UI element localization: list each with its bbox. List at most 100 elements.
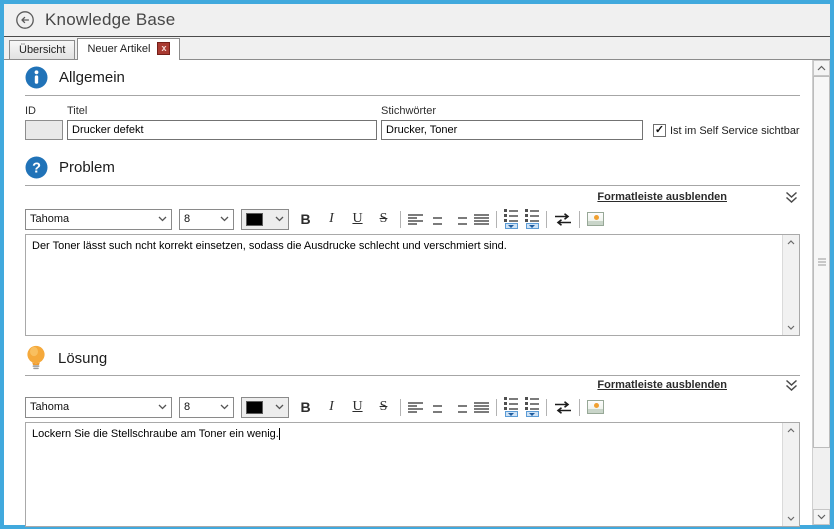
scrollbar-thumb[interactable] (813, 76, 830, 448)
field-titel: Titel (67, 105, 377, 140)
scroll-up-icon[interactable] (783, 423, 799, 438)
numbered-list-icon[interactable] (525, 209, 539, 229)
tab-label: Neuer Artikel (87, 43, 150, 55)
insert-image-icon[interactable] (587, 212, 604, 226)
scroll-up-icon[interactable] (813, 60, 830, 76)
underline-button[interactable]: U (348, 399, 367, 415)
svg-text:?: ? (32, 161, 41, 177)
section-title-loesung: Lösung (58, 350, 107, 367)
scroll-down-icon[interactable] (813, 509, 830, 525)
tab-label: Übersicht (19, 44, 65, 56)
numbered-list-dropdown-icon[interactable] (526, 223, 539, 229)
toolbar-separator (496, 211, 497, 228)
section-loesung-header: Lösung (25, 345, 800, 371)
toolbar-separator (546, 211, 547, 228)
collapse-section-icon[interactable] (785, 191, 798, 204)
bullet-list-dropdown-icon[interactable] (505, 223, 518, 229)
scroll-down-icon[interactable] (783, 320, 799, 335)
page-title: Knowledge Base (45, 10, 175, 30)
id-field[interactable] (25, 120, 63, 140)
font-size-value: 8 (184, 401, 190, 413)
text-caret (279, 428, 280, 440)
font-family-select[interactable]: Tahoma (25, 209, 172, 230)
bullet-list-icon[interactable] (504, 397, 518, 417)
hide-formatbar-link[interactable]: Formatleiste ausblenden (597, 191, 727, 203)
loesung-editor-toolbar: Tahoma 8 B I (25, 395, 800, 419)
chevron-down-icon (275, 404, 284, 410)
font-size-select[interactable]: 8 (179, 209, 234, 230)
bullet-list-icon[interactable] (504, 209, 518, 229)
id-label: ID (25, 105, 63, 117)
field-stichwoerter: Stichwörter (381, 105, 643, 140)
hide-formatbar-link[interactable]: Formatleiste ausblenden (597, 379, 727, 391)
tab-neuer-artikel[interactable]: Neuer Artikel x (77, 38, 180, 60)
chevron-down-icon (220, 404, 229, 410)
insert-image-icon[interactable] (587, 400, 604, 414)
problem-text[interactable]: Der Toner lässt such ncht korrekt einset… (26, 235, 781, 335)
back-icon[interactable] (15, 10, 35, 30)
tab-uebersicht[interactable]: Übersicht (9, 40, 75, 59)
font-color-select[interactable] (241, 397, 289, 418)
scroll-down-icon[interactable] (783, 511, 799, 526)
italic-button[interactable]: I (322, 211, 341, 227)
titel-field[interactable] (67, 120, 377, 140)
section-problem-header: ? Problem (25, 156, 800, 179)
numbered-list-dropdown-icon[interactable] (526, 411, 539, 417)
stichwoerter-field[interactable] (381, 120, 643, 140)
field-id: ID (25, 105, 63, 140)
selfservice-checkbox[interactable]: ✓ (653, 124, 666, 137)
toolbar-separator (579, 211, 580, 228)
section-divider (25, 185, 800, 186)
main-scrollbar[interactable] (812, 60, 830, 525)
lightbulb-icon (25, 345, 47, 371)
font-color-select[interactable] (241, 209, 289, 230)
numbered-list-icon[interactable] (525, 397, 539, 417)
tab-bar: Übersicht Neuer Artikel x (4, 36, 830, 60)
strikethrough-button[interactable]: S (374, 211, 393, 227)
stichwoerter-label: Stichwörter (381, 105, 643, 117)
section-allgemein-header: Allgemein (25, 66, 800, 89)
font-family-select[interactable]: Tahoma (25, 397, 172, 418)
text-direction-icon[interactable] (554, 401, 572, 414)
chevron-down-icon (158, 404, 167, 410)
align-center-icon[interactable] (430, 214, 445, 225)
align-justify-icon[interactable] (474, 214, 489, 225)
problem-editor-toolbar: Tahoma 8 B I (25, 207, 800, 231)
italic-button[interactable]: I (322, 399, 341, 415)
align-justify-icon[interactable] (474, 402, 489, 413)
section-title-allgemein: Allgemein (59, 69, 125, 86)
question-icon: ? (25, 156, 48, 179)
bold-button[interactable]: B (296, 211, 315, 227)
toolbar-separator (400, 211, 401, 228)
loesung-editor[interactable]: Lockern Sie die Stellschraube am Toner e… (25, 422, 800, 527)
align-left-icon[interactable] (408, 214, 423, 225)
align-right-icon[interactable] (452, 402, 467, 413)
font-size-select[interactable]: 8 (179, 397, 234, 418)
text-direction-icon[interactable] (554, 213, 572, 226)
problem-editor[interactable]: Der Toner lässt such ncht korrekt einset… (25, 234, 800, 336)
font-family-value: Tahoma (30, 213, 69, 225)
problem-formatbar-row: Formatleiste ausblenden (25, 190, 800, 204)
align-center-icon[interactable] (430, 402, 445, 413)
loesung-text[interactable]: Lockern Sie die Stellschraube am Toner e… (32, 428, 279, 440)
thumb-grip-icon (818, 259, 826, 266)
titel-label: Titel (67, 105, 377, 117)
align-right-icon[interactable] (452, 214, 467, 225)
bold-button[interactable]: B (296, 399, 315, 415)
toolbar-separator (400, 399, 401, 416)
chevron-down-icon (275, 216, 284, 222)
align-left-icon[interactable] (408, 402, 423, 413)
strikethrough-button[interactable]: S (374, 399, 393, 415)
loesung-text-wrap[interactable]: Lockern Sie die Stellschraube am Toner e… (26, 423, 781, 526)
toolbar-separator (496, 399, 497, 416)
content-area: Allgemein ID Titel Stichwörter (4, 60, 830, 525)
underline-button[interactable]: U (348, 211, 367, 227)
section-divider (25, 95, 800, 96)
loesung-editor-scrollbar[interactable] (782, 423, 799, 526)
tab-close-icon[interactable]: x (157, 42, 170, 55)
problem-editor-scrollbar[interactable] (782, 235, 799, 335)
scroll-up-icon[interactable] (783, 235, 799, 250)
bullet-list-dropdown-icon[interactable] (505, 411, 518, 417)
section-title-problem: Problem (59, 159, 115, 176)
collapse-section-icon[interactable] (785, 379, 798, 392)
